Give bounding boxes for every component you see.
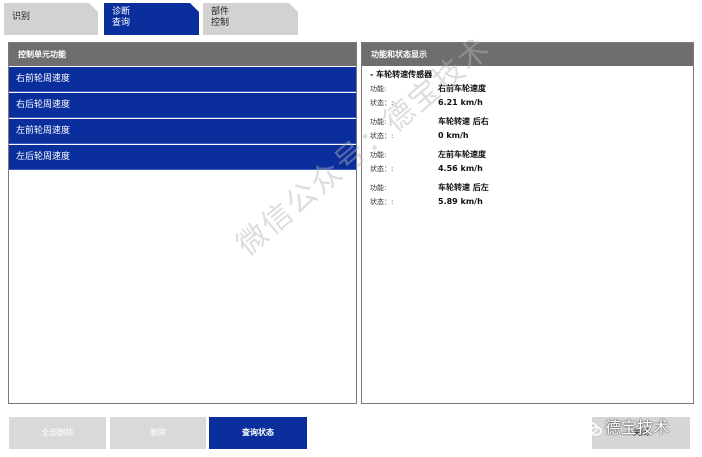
status-entry: 功能: 车轮转速 后左 状态：: 5.89 km/h [370,181,693,209]
status-list: - 车轮转速传感器 功能: 右前车轮速度 状态：: 6.21 km/h 功能: 车轮转… [362,66,693,209]
function-item-right-rear-wheel-speed[interactable]: 右后轮周速度 [9,93,356,118]
wechat-icon [584,421,602,436]
status-entry: 功能: 左前车轮速度 状态：: 4.56 km/h [370,148,693,176]
status-entry: 功能: 右前车轮速度 状态：: 6.21 km/h [370,82,693,110]
function-label: 功能: [370,85,387,93]
function-item-right-front-wheel-speed[interactable]: 右前轮周速度 [9,67,356,92]
status-label: 状态：: [370,132,394,140]
function-value: 右前车轮速度 [438,84,486,93]
function-label: 功能: [370,118,387,126]
clear-button[interactable]: 删除 [110,417,206,449]
status-value: 6.21 km/h [438,98,483,107]
status-value: 4.56 km/h [438,164,483,173]
control-unit-functions-panel: 控制单元功能 右前轮周速度 右后轮周速度 左前轮周速度 左后轮周速度 [8,42,357,404]
brand-watermark: 德宝技术 [584,414,669,440]
function-value: 左前车轮速度 [438,150,486,159]
tab-diagnose-label-line1: 诊断 [112,7,131,17]
clear-all-button[interactable]: 全部删除 [9,417,106,449]
function-item-left-front-wheel-speed[interactable]: 左前轮周速度 [9,119,356,144]
status-label: 状态：: [370,198,394,206]
function-status-panel: 功能和状态显示 - 车轮转速传感器 功能: 右前车轮速度 状态：: 6.21 km/… [361,42,694,404]
status-label: 状态：: [370,99,394,107]
status-group-title: - 车轮转速传感器 [370,70,433,79]
status-value: 5.89 km/h [438,197,483,206]
brand-text: 德宝技术 [605,418,670,437]
tab-diagnose-query[interactable]: 诊断 查询 [104,3,199,35]
status-label: 状态：: [370,165,394,173]
panel-title: 控制单元功能 [9,43,356,66]
status-value: 0 km/h [438,131,469,140]
function-item-left-rear-wheel-speed[interactable]: 左后轮周速度 [9,145,356,170]
function-value: 车轮转速 后左 [438,183,489,192]
tab-diagnose-label-line2: 查询 [112,18,131,28]
tab-control-label-line1: 部件 [211,7,230,17]
query-status-button[interactable]: 查询状态 [209,417,307,449]
status-entry: 功能: 车轮转速 后右 状态：: 0 km/h [370,115,693,143]
tab-component-control[interactable]: 部件 控制 [203,3,298,35]
function-value: 车轮转速 后右 [438,117,489,126]
function-label: 功能: [370,184,387,192]
tab-identify-label: 识别 [12,12,31,22]
panel-title: 功能和状态显示 [362,43,693,66]
tab-control-label-line2: 控制 [211,18,230,28]
tab-identify[interactable]: 识别 [4,3,98,35]
function-label: 功能: [370,151,387,159]
